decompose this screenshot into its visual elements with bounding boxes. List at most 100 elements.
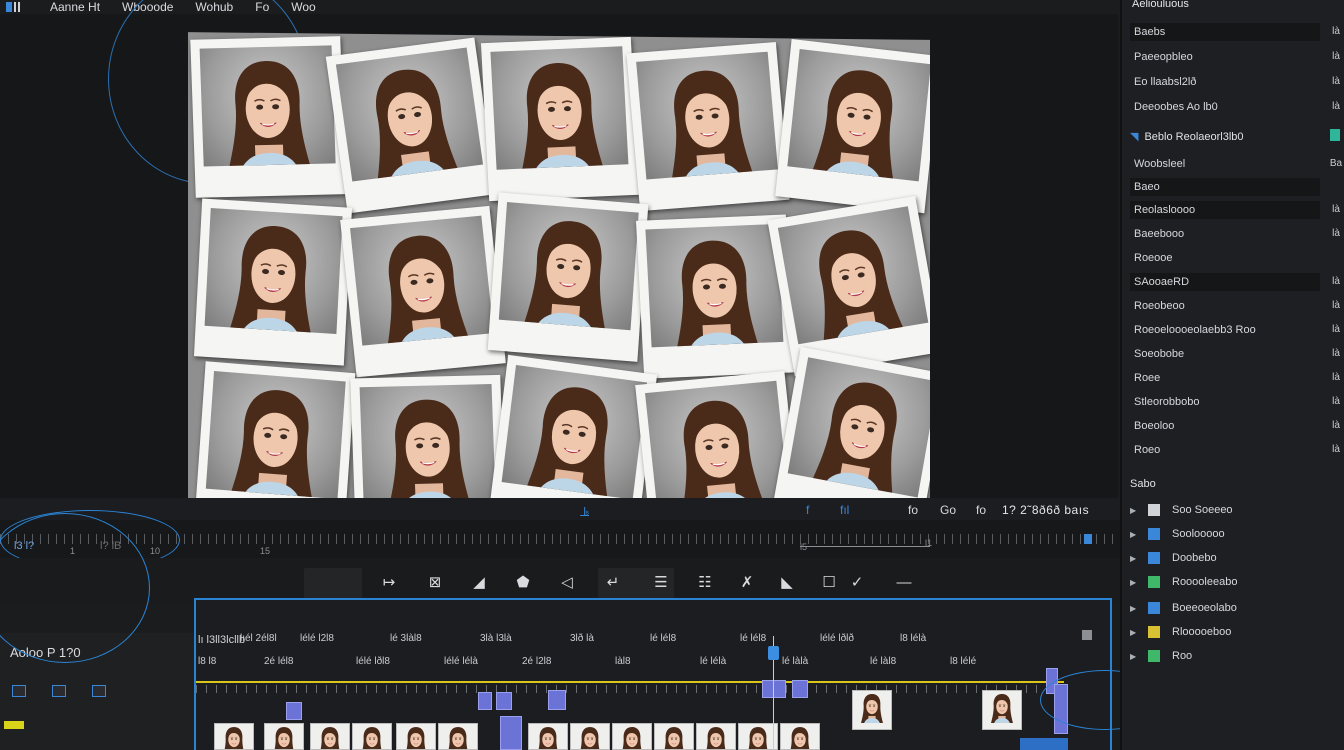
expand-caret-icon[interactable]: ▶: [1130, 628, 1136, 637]
property-value[interactable]: là: [1328, 76, 1344, 87]
expand-caret-icon[interactable]: ▶: [1130, 578, 1136, 587]
polaroid-photo: [775, 39, 930, 214]
timeline-ruler-label: lé lél8: [740, 633, 767, 644]
play-button[interactable]: Go: [940, 503, 956, 517]
transition-clip[interactable]: [496, 692, 512, 710]
zoom-icon[interactable]: ◣: [776, 572, 798, 592]
polaroid-photo: [193, 198, 353, 366]
layer-tree-item[interactable]: ▶ Soo Soeeeo: [1130, 504, 1233, 516]
marker-icon[interactable]: ⫡: [580, 503, 589, 520]
audio-clip[interactable]: [1020, 738, 1068, 750]
ripple-icon[interactable]: ◢: [468, 572, 490, 592]
layer-color-icon: [1148, 650, 1160, 662]
effect-enable-icon[interactable]: [1330, 129, 1340, 141]
pen-icon[interactable]: ✓: [846, 572, 868, 592]
transition-clip[interactable]: [286, 702, 302, 720]
property-value[interactable]: là: [1328, 372, 1344, 383]
layer-tree-item[interactable]: ▶ Boeeoeolabo: [1130, 602, 1237, 614]
ruler-mark: 15: [260, 546, 271, 556]
timeline-clip[interactable]: [310, 723, 350, 750]
timeline-clip[interactable]: [352, 723, 392, 750]
transition-clip[interactable]: [548, 690, 566, 710]
portrait-image: [777, 206, 929, 345]
expand-caret-icon[interactable]: ▶: [1130, 652, 1136, 661]
track-eye-button[interactable]: [92, 685, 106, 697]
timeline-clip[interactable]: [264, 723, 304, 750]
transition-clip[interactable]: [500, 716, 522, 750]
step-forward-button[interactable]: fo: [976, 503, 986, 517]
property-value[interactable]: là: [1328, 101, 1344, 112]
menu-item-help[interactable]: Woo: [291, 0, 315, 14]
timeline-clip[interactable]: [438, 723, 478, 750]
playhead-handle-icon[interactable]: [768, 646, 779, 660]
track-select-icon[interactable]: ↵: [602, 572, 624, 592]
property-value[interactable]: là: [1328, 228, 1344, 239]
track-lock-button[interactable]: [12, 685, 26, 697]
timeline-clip[interactable]: [654, 723, 694, 750]
property-value[interactable]: là: [1328, 348, 1344, 359]
step-back-button[interactable]: fo: [908, 503, 918, 517]
layer-tree-item[interactable]: ▶ Doobebo: [1130, 552, 1217, 564]
layer-tree-item[interactable]: ▶ Rlooooeboo: [1130, 626, 1231, 638]
property-value[interactable]: Ba: [1328, 158, 1344, 169]
work-area-bar[interactable]: [196, 681, 1064, 683]
out-point-button[interactable]: fıl: [840, 503, 849, 517]
blade-icon[interactable]: ◁: [556, 572, 578, 592]
property-value[interactable]: là: [1328, 420, 1344, 431]
expand-caret-icon[interactable]: ▶: [1130, 554, 1136, 563]
property-value[interactable]: là: [1328, 324, 1344, 335]
timeline-clip[interactable]: [528, 723, 568, 750]
property-value[interactable]: là: [1328, 444, 1344, 455]
timeline-clip[interactable]: [696, 723, 736, 750]
line-icon[interactable]: ―: [890, 572, 918, 592]
hand-icon[interactable]: ✗: [736, 572, 758, 592]
scroll-end-icon[interactable]: [1082, 630, 1092, 640]
property-value[interactable]: là: [1328, 204, 1344, 215]
property-value[interactable]: là: [1328, 300, 1344, 311]
layer-label: Soolooooo: [1172, 528, 1225, 540]
timeline-clip[interactable]: [214, 723, 254, 750]
transition-clip[interactable]: [478, 692, 492, 710]
layers-section-header[interactable]: Sabo: [1130, 478, 1156, 490]
clip-thumbnail: [577, 726, 603, 749]
property-value[interactable]: là: [1328, 396, 1344, 407]
property-label: Roeo: [1134, 444, 1161, 456]
timeline-clip[interactable]: [852, 690, 892, 730]
timeline-clip[interactable]: [982, 690, 1022, 730]
timeline-ruler-label: lélé lélà: [444, 656, 478, 667]
woman-portrait: [513, 57, 607, 170]
layer-label: Doobebo: [1172, 552, 1217, 564]
list-icon[interactable]: ☷: [694, 572, 716, 592]
monitor-ruler[interactable]: l3 l? l? lB 1 10 15 l5 l1: [0, 510, 1120, 586]
in-point-button[interactable]: f: [806, 503, 809, 517]
transition-clip[interactable]: [792, 680, 808, 698]
list-icon[interactable]: ☰: [650, 572, 672, 592]
effect-section-header[interactable]: ◥ Beblo Reolaeorl3lb0: [1130, 130, 1244, 143]
expand-caret-icon[interactable]: ▶: [1130, 506, 1136, 515]
expand-caret-icon[interactable]: ▶: [1130, 604, 1136, 613]
trim-box-icon[interactable]: ⊠: [424, 572, 446, 592]
expand-caret-icon[interactable]: ▶: [1130, 530, 1136, 539]
layer-tree-item[interactable]: ▶ Rooooleeabo: [1130, 576, 1237, 588]
zoom-bar[interactable]: [800, 546, 930, 547]
menu-item-file[interactable]: Aanne Ht: [50, 0, 100, 14]
timeline-clip[interactable]: [612, 723, 652, 750]
layer-tree-item[interactable]: ▶ Soolooooo: [1130, 528, 1225, 540]
track-sync-button[interactable]: [52, 685, 66, 697]
timeline-clip[interactable]: [738, 723, 778, 750]
portrait-image: [636, 51, 778, 180]
timeline-clip[interactable]: [570, 723, 610, 750]
effect-toggle-icon[interactable]: ◥: [1130, 131, 1138, 143]
timeline-clip[interactable]: [396, 723, 436, 750]
transition-clip[interactable]: [762, 680, 786, 698]
property-label: Paeeopbleo: [1134, 51, 1193, 63]
layer-tree-item[interactable]: ▶ Roo: [1130, 650, 1192, 662]
text-tool-icon[interactable]: ☐: [818, 572, 840, 592]
timeline-clip[interactable]: [780, 723, 820, 750]
ruler-playhead-icon[interactable]: [1084, 534, 1092, 544]
property-value[interactable]: là: [1328, 26, 1344, 37]
forward-arrow-icon[interactable]: ↦: [378, 572, 400, 592]
property-value[interactable]: là: [1328, 276, 1344, 287]
property-value[interactable]: là: [1328, 51, 1344, 62]
slip-icon[interactable]: ⬟: [512, 572, 534, 592]
